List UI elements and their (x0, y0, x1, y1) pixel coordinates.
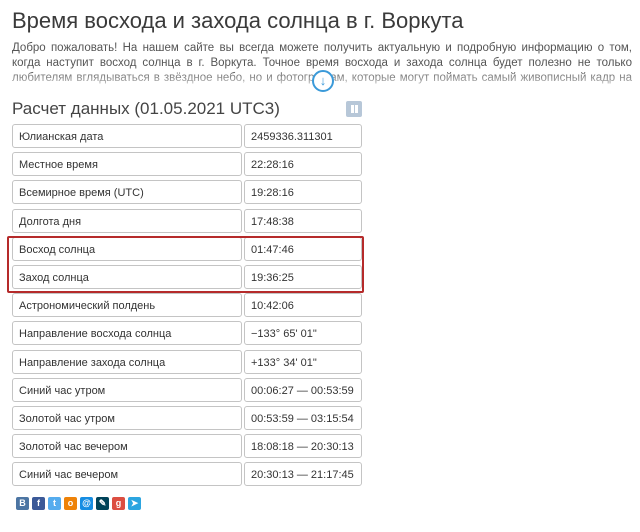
row-label: Золотой час вечером (12, 434, 242, 459)
livejournal-icon[interactable]: ✎ (96, 497, 109, 510)
table-row: Синий час вечером 20:30:13 — 21:17:45 (12, 462, 362, 487)
expand-arrow-icon[interactable]: ↓ (312, 70, 334, 92)
table-row: Всемирное время (UTC) 19:28:16 (12, 180, 362, 205)
table-row: Синий час утром 00:06:27 — 00:53:59 (12, 377, 362, 402)
table-row: Золотой час вечером 18:08:18 — 20:30:13 (12, 434, 362, 459)
table-row: Местное время 22:28:16 (12, 152, 362, 177)
sunrise-sunset-highlight (7, 236, 364, 293)
page-title: Время восхода и захода солнца в г. Ворку… (12, 8, 464, 33)
row-value: 22:28:16 (244, 152, 362, 177)
row-label: Местное время (12, 152, 242, 177)
row-value: 19:28:16 (244, 180, 362, 205)
table-row: Направление восхода солнца −133° 65' 01" (12, 321, 362, 346)
pause-icon[interactable] (346, 101, 362, 117)
row-value: +133° 34' 01" (244, 349, 362, 374)
table-row: Юлианская дата 2459336.311301 (12, 124, 362, 148)
row-label: Синий час утром (12, 377, 242, 402)
row-value: 17:48:38 (244, 208, 362, 233)
mailru-icon[interactable]: @ (80, 497, 93, 510)
twitter-icon[interactable]: t (48, 497, 61, 510)
row-label: Юлианская дата (12, 124, 242, 148)
table-row: Золотой час утром 00:53:59 — 03:15:54 (12, 405, 362, 430)
row-label: Золотой час утром (12, 405, 242, 430)
odnoklassniki-icon[interactable]: о (64, 497, 77, 510)
row-label: Направление восхода солнца (12, 321, 242, 346)
row-label: Синий час вечером (12, 462, 242, 487)
facebook-icon[interactable]: f (32, 497, 45, 510)
row-label: Астрономический полдень (12, 293, 242, 318)
row-label: Долгота дня (12, 208, 242, 233)
row-value: 00:06:27 — 00:53:59 (244, 377, 362, 402)
table-row: Направление захода солнца +133° 34' 01" (12, 349, 362, 374)
row-label: Всемирное время (UTC) (12, 180, 242, 205)
row-label: Направление захода солнца (12, 349, 242, 374)
table-row: Астрономический полдень 10:42:06 (12, 293, 362, 318)
row-value: 2459336.311301 (244, 124, 362, 148)
table-row: Долгота дня 17:48:38 (12, 208, 362, 233)
telegram-icon[interactable]: ➤ (128, 497, 141, 510)
row-value: 00:53:59 — 03:15:54 (244, 405, 362, 430)
vk-icon[interactable]: В (16, 497, 29, 510)
row-value: 20:30:13 — 21:17:45 (244, 462, 362, 487)
row-value: −133° 65' 01" (244, 321, 362, 346)
googleplus-icon[interactable]: g (112, 497, 125, 510)
row-value: 18:08:18 — 20:30:13 (244, 434, 362, 459)
section-title: Расчет данных (01.05.2021 UTC3) (12, 99, 280, 118)
data-table: Юлианская дата 2459336.311301 Местное врем… (12, 124, 362, 490)
share-buttons: Вf t о @ ✎ g ➤ (16, 497, 141, 510)
row-value: 10:42:06 (244, 293, 362, 318)
